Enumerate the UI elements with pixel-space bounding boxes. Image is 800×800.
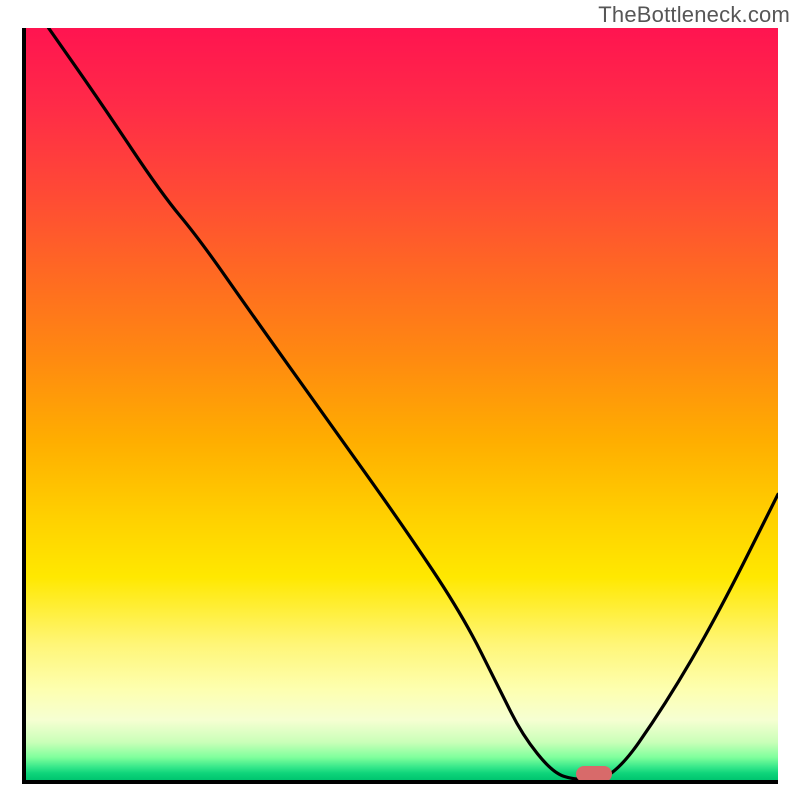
plot-area bbox=[22, 28, 778, 784]
curve-line bbox=[26, 28, 778, 780]
bottleneck-marker bbox=[576, 766, 612, 782]
watermark-text: TheBottleneck.com bbox=[598, 2, 790, 28]
chart-container: TheBottleneck.com bbox=[0, 0, 800, 800]
